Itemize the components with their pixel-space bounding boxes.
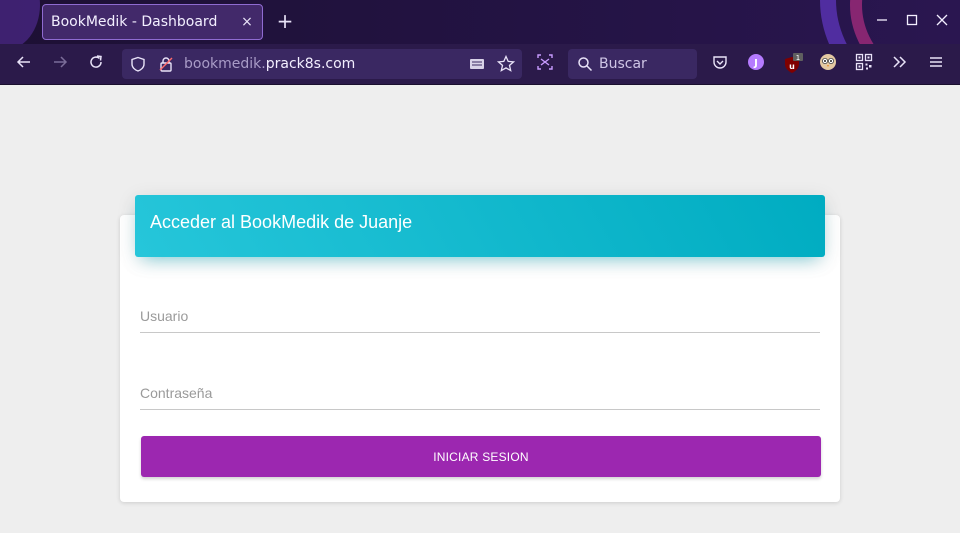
- pocket-icon[interactable]: [708, 53, 732, 77]
- new-tab-icon[interactable]: +: [275, 11, 295, 31]
- close-tab-icon[interactable]: ×: [238, 13, 256, 31]
- login-submit-button[interactable]: INICIAR SESION: [141, 436, 821, 477]
- tracking-protection-icon[interactable]: [130, 56, 146, 76]
- search-bar[interactable]: Buscar: [568, 49, 697, 79]
- close-window-icon[interactable]: [932, 12, 952, 32]
- theme-decoration: [0, 0, 40, 44]
- hamburger-menu-icon[interactable]: [924, 53, 948, 77]
- qr-code-icon[interactable]: [852, 53, 876, 77]
- maximize-icon[interactable]: [902, 12, 922, 32]
- profile-j-icon[interactable]: J: [744, 53, 768, 77]
- reader-view-icon[interactable]: [468, 56, 486, 76]
- url-domain: prack8s.com: [265, 56, 356, 72]
- username-input[interactable]: [140, 299, 820, 332]
- screenshot-icon[interactable]: [533, 53, 557, 77]
- reload-icon[interactable]: [84, 53, 108, 77]
- navigation-toolbar: bookmedik.prack8s.com Buscar J u1: [0, 44, 960, 85]
- url-subdomain: bookmedik.: [184, 56, 266, 72]
- search-icon: [577, 56, 593, 76]
- password-field: [140, 376, 820, 410]
- back-icon[interactable]: [12, 53, 36, 77]
- active-tab[interactable]: BookMedik - Dashboard ×: [42, 4, 263, 40]
- ublock-icon[interactable]: u1: [780, 53, 804, 77]
- page-title: Acceder al BookMedik de Juanje: [150, 212, 413, 232]
- browser-tab-strip: BookMedik - Dashboard × +: [0, 0, 960, 44]
- login-card-header: Acceder al BookMedik de Juanje: [135, 195, 825, 257]
- owl-extension-icon[interactable]: [816, 53, 840, 77]
- svg-text:u: u: [789, 62, 795, 71]
- password-input[interactable]: [140, 376, 820, 409]
- forward-icon[interactable]: [48, 53, 72, 77]
- insecure-lock-icon[interactable]: [158, 56, 174, 76]
- search-placeholder: Buscar: [599, 56, 647, 72]
- minimize-icon[interactable]: [872, 12, 892, 32]
- bookmark-star-icon[interactable]: [496, 54, 516, 77]
- profile-letter: J: [753, 58, 758, 69]
- url-text[interactable]: bookmedik.prack8s.com: [184, 56, 355, 72]
- overflow-chevrons-icon[interactable]: [888, 53, 912, 77]
- address-bar[interactable]: bookmedik.prack8s.com: [122, 49, 522, 79]
- username-field: [140, 299, 820, 333]
- tab-title: BookMedik - Dashboard: [51, 14, 218, 30]
- ublock-badge: 1: [796, 54, 800, 62]
